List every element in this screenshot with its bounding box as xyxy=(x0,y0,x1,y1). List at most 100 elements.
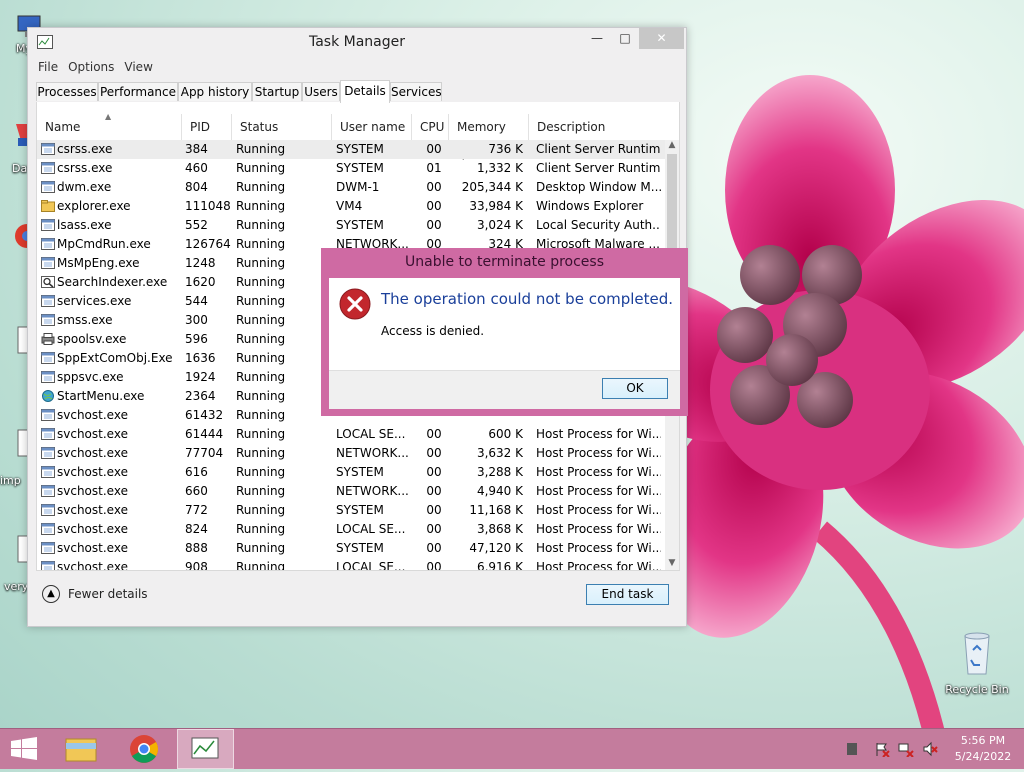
cell-status: Running xyxy=(236,560,286,571)
clock[interactable]: 5:56 PM 5/24/2022 xyxy=(947,733,1019,765)
exe-window-icon xyxy=(41,257,55,269)
table-row[interactable]: svchost.exe 660 Running NETWORK... 00 4,940 K… xyxy=(37,482,665,501)
end-task-button[interactable]: End task xyxy=(586,584,669,605)
column-header-memory[interactable]: Memory (p... xyxy=(449,114,529,160)
desktop-icon-label: imp xyxy=(0,474,21,487)
action-center-icon[interactable] xyxy=(844,741,860,757)
scroll-up-icon[interactable]: ▲ xyxy=(666,140,678,150)
table-row[interactable]: explorer.exe 111048 Running VM4 00 33,984 K Wi… xyxy=(37,197,665,216)
cell-user: NETWORK... xyxy=(336,484,408,498)
tab-services[interactable]: Services xyxy=(390,82,442,101)
fewer-details-link[interactable]: Fewer details xyxy=(68,587,148,601)
tab-processes[interactable]: Processes xyxy=(36,82,98,101)
cell-desc: Host Process for Wi... xyxy=(536,484,661,498)
table-row[interactable]: csrss.exe 460 Running SYSTEM 01 1,332 K Client… xyxy=(37,159,665,178)
cell-status: Running xyxy=(236,218,286,232)
menu-options[interactable]: Options xyxy=(63,58,119,76)
tab-performance[interactable]: Performance xyxy=(98,82,178,101)
tab-startup[interactable]: Startup xyxy=(252,82,302,101)
desktop-icon-recycle-bin[interactable]: Recycle Bin xyxy=(942,630,1012,696)
scroll-down-icon[interactable]: ▼ xyxy=(666,558,678,568)
taskbar-file-explorer[interactable] xyxy=(57,729,105,769)
cell-status: Running xyxy=(236,142,286,156)
column-header-label: Name xyxy=(45,120,81,134)
cell-status: Running xyxy=(236,180,286,194)
table-row[interactable]: svchost.exe 77704 Running NETWORK... 00 3,632… xyxy=(37,444,665,463)
cell-cpu: 00 xyxy=(426,180,442,194)
menu-view[interactable]: View xyxy=(119,58,157,76)
cell-status: Running xyxy=(236,465,286,479)
exe-window-icon xyxy=(41,238,55,250)
cell-cpu: 00 xyxy=(426,199,442,213)
cell-desc: Client Server Runtim... xyxy=(536,142,661,156)
cell-user: SYSTEM xyxy=(336,161,384,175)
column-header-status[interactable]: Status xyxy=(232,114,332,140)
table-row[interactable]: svchost.exe 888 Running SYSTEM 00 47,120 K Hos… xyxy=(37,539,665,558)
table-row[interactable]: csrss.exe 384 Running SYSTEM 00 736 K Client S… xyxy=(37,140,665,159)
taskbar-chrome[interactable] xyxy=(120,729,168,769)
cell-status: Running xyxy=(236,313,286,327)
cell-pid: 1248 xyxy=(185,256,216,270)
cell-name: services.exe xyxy=(57,294,132,308)
globe-icon xyxy=(42,390,54,402)
column-header-user-name[interactable]: User name xyxy=(332,114,412,140)
taskbar-task-manager[interactable] xyxy=(177,729,234,769)
error-icon xyxy=(339,288,371,320)
table-row[interactable]: svchost.exe 908 Running LOCAL SE... 00 6,916 … xyxy=(37,558,665,571)
cell-name: explorer.exe xyxy=(57,199,131,213)
column-header-name[interactable]: ▲ Name xyxy=(37,112,182,140)
title-bar[interactable]: Task Manager — □ ✕ xyxy=(28,28,686,56)
cell-name: StartMenu.exe xyxy=(57,389,145,403)
cell-name: svchost.exe xyxy=(57,484,128,498)
cell-user: SYSTEM xyxy=(336,541,384,555)
cell-mem: 3,868 K xyxy=(476,522,523,536)
cell-name: svchost.exe xyxy=(57,541,128,555)
cell-pid: 772 xyxy=(185,503,208,517)
table-row[interactable]: svchost.exe 824 Running LOCAL SE... 00 3,868 … xyxy=(37,520,665,539)
exe-window-icon xyxy=(41,143,55,155)
cell-desc: Host Process for Wi... xyxy=(536,446,661,460)
search-icon xyxy=(41,276,55,288)
cell-desc: Client Server Runtim... xyxy=(536,161,661,175)
cell-name: lsass.exe xyxy=(57,218,112,232)
column-header-cpu[interactable]: CPU xyxy=(412,114,449,140)
table-row[interactable]: svchost.exe 61444 Running LOCAL SE... 00 600 … xyxy=(37,425,665,444)
speaker-muted-icon[interactable] xyxy=(922,741,938,757)
exe-window-icon xyxy=(41,181,55,193)
cell-pid: 61444 xyxy=(185,427,224,441)
cell-desc: Host Process for Wi... xyxy=(536,541,661,555)
cell-status: Running xyxy=(236,351,286,365)
cell-mem: 6,916 K xyxy=(476,560,523,571)
cell-name: csrss.exe xyxy=(57,142,113,156)
error-dialog: Unable to terminate process The operatio… xyxy=(321,248,688,416)
network-icon[interactable] xyxy=(898,741,914,757)
folder-icon xyxy=(41,200,55,212)
cell-name: SearchIndexer.exe xyxy=(57,275,168,289)
close-button[interactable]: ✕ xyxy=(639,28,684,49)
table-row[interactable]: dwm.exe 804 Running DWM-1 00 205,344 K Desktop… xyxy=(37,178,665,197)
table-row[interactable]: lsass.exe 552 Running SYSTEM 00 3,024 K Local … xyxy=(37,216,665,235)
table-row[interactable]: svchost.exe 772 Running SYSTEM 00 11,168 K Hos… xyxy=(37,501,665,520)
cell-mem: 11,168 K xyxy=(469,503,523,517)
start-button[interactable] xyxy=(0,729,48,769)
cell-mem: 47,120 K xyxy=(469,541,523,555)
tab-app-history[interactable]: App history xyxy=(178,82,252,101)
minimize-button[interactable]: — xyxy=(583,28,611,49)
menu-file[interactable]: File xyxy=(33,58,63,76)
table-row[interactable]: svchost.exe 616 Running SYSTEM 00 3,288 K Host… xyxy=(37,463,665,482)
column-header-pid[interactable]: PID xyxy=(182,114,232,140)
task-manager-icon xyxy=(191,737,219,759)
ok-button[interactable]: OK xyxy=(602,378,668,399)
maximize-button[interactable]: □ xyxy=(611,28,639,49)
cell-cpu: 00 xyxy=(426,522,442,536)
cell-status: Running xyxy=(236,275,286,289)
cell-pid: 1924 xyxy=(185,370,216,384)
tab-users[interactable]: Users xyxy=(302,82,340,101)
cell-pid: 2364 xyxy=(185,389,216,403)
flag-warning-icon[interactable] xyxy=(874,741,890,757)
tab-details[interactable]: Details xyxy=(340,80,390,103)
chevron-up-icon[interactable]: ▲ xyxy=(42,585,60,603)
cell-cpu: 00 xyxy=(426,218,442,232)
column-header-description[interactable]: Description xyxy=(529,114,665,140)
cell-user: SYSTEM xyxy=(336,218,384,232)
